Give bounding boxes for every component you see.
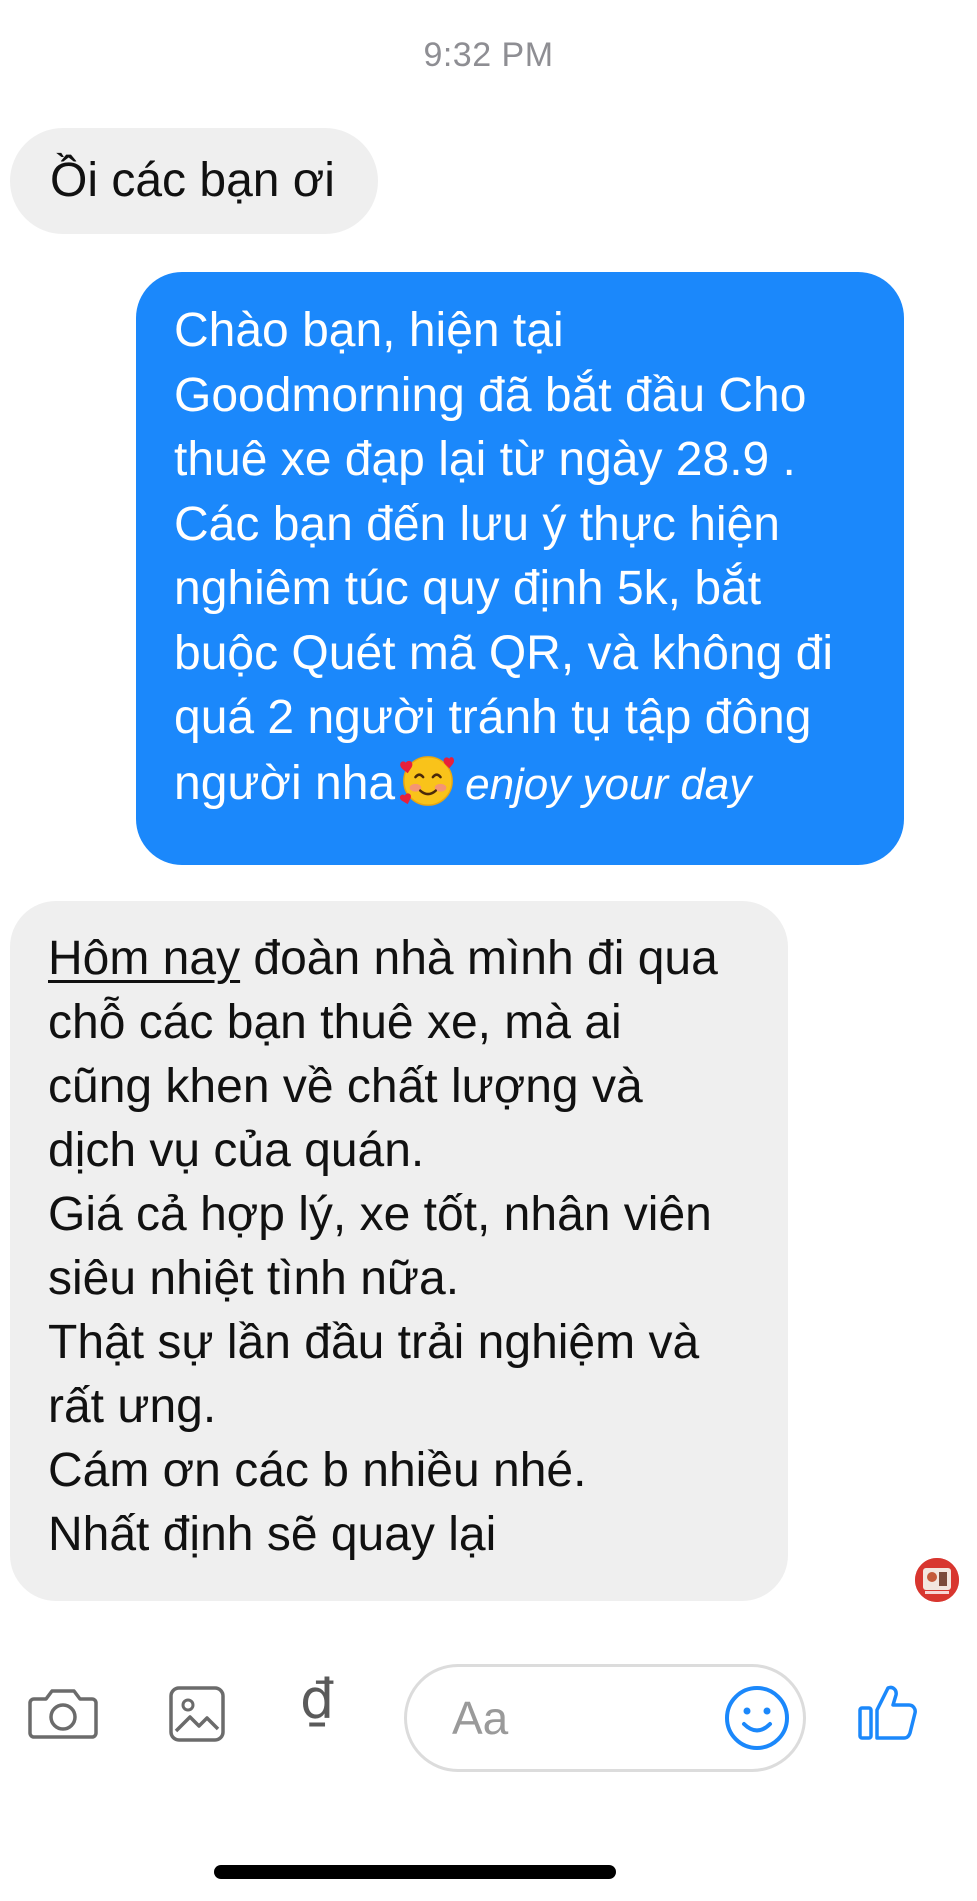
message-text: Ồi các bạn ơi: [50, 154, 335, 207]
message-timestamp: 9:32 PM: [423, 36, 554, 74]
camera-icon[interactable]: [28, 1685, 98, 1741]
message-line: nghiêm túc quy định 5k, bắt: [174, 562, 762, 615]
message-text: đoàn nhà mình đi qua: [240, 932, 718, 985]
dong-icon[interactable]: ₫: [300, 1668, 334, 1731]
message-line: dịch vụ của quán.: [48, 1124, 425, 1177]
thumbs-up-icon[interactable]: [857, 1680, 921, 1744]
message-line: Nhất định sẽ quay lại: [48, 1508, 497, 1561]
message-line: Cám ơn các b nhiều nhé.: [48, 1444, 587, 1497]
emoji-icon[interactable]: [723, 1684, 791, 1752]
message-line: quá 2 người tránh tụ tập đông: [174, 691, 812, 744]
message-line: cũng khen về chất lượng và: [48, 1060, 643, 1113]
message-text: người nha: [174, 756, 396, 810]
avatar-image-icon: [915, 1558, 959, 1602]
smiling-face-with-hearts-icon: [400, 755, 455, 806]
message-line: Giá cả hợp lý, xe tốt, nhân viên: [48, 1188, 712, 1241]
message-line: siêu nhiệt tình nữa.: [48, 1252, 460, 1305]
message-line: Các bạn đến lưu ý thực hiện: [174, 497, 780, 551]
message-input[interactable]: Aa: [404, 1664, 806, 1772]
seen-avatar: [913, 1556, 961, 1604]
underlined-text: Hôm nay: [48, 932, 241, 985]
message-line: Chào bạn, hiện tại: [174, 304, 564, 357]
message-line: chỗ các bạn thuê xe, mà ai: [48, 996, 622, 1049]
message-line: Goodmorning đã bắt đầu Cho: [174, 368, 807, 422]
message-line: thuê xe đạp lại từ ngày 28.9 .: [174, 433, 796, 486]
message-line: buộc Quét mã QR, và không đi: [174, 626, 834, 680]
message-italic-text: enjoy your day: [465, 759, 752, 809]
incoming-message-bubble[interactable]: Ồi các bạn ơi: [10, 128, 378, 234]
message-last-line: người nha enjoy your day: [174, 751, 874, 818]
message-line: Thật sự lần đầu trải nghiệm và: [48, 1316, 700, 1369]
gallery-icon[interactable]: [168, 1685, 226, 1743]
message-line: Hôm nay đoàn nhà mình đi qua: [48, 927, 768, 991]
outgoing-message-bubble[interactable]: Chào bạn, hiện tại Goodmorning đã bắt đầ…: [136, 272, 904, 865]
message-line: rất ưng.: [48, 1380, 217, 1433]
input-placeholder: Aa: [452, 1692, 509, 1744]
home-indicator[interactable]: [214, 1865, 616, 1879]
incoming-message-bubble[interactable]: Hôm nay đoàn nhà mình đi qua chỗ các bạn…: [10, 901, 788, 1601]
